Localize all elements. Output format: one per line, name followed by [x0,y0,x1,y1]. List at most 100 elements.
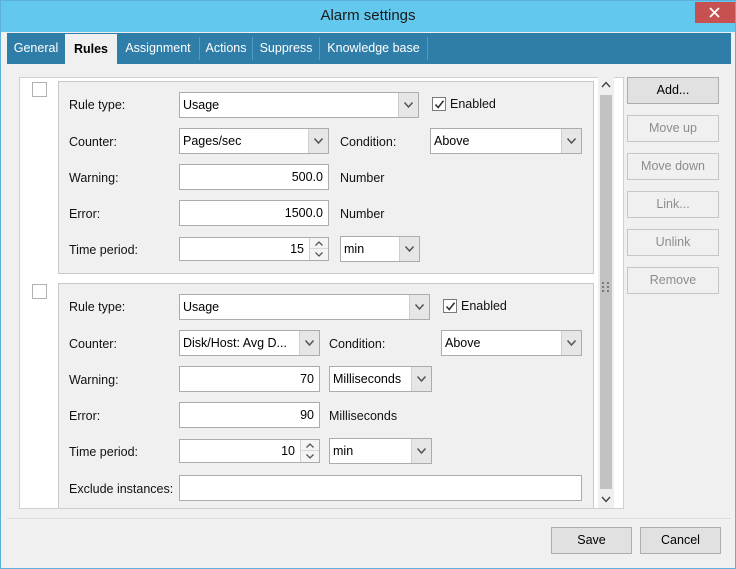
counter-select[interactable]: Pages/sec [179,128,329,154]
warning-input[interactable]: 70 [179,366,320,392]
rule-type-label: Rule type: [69,300,126,314]
rule-type-label: Rule type: [69,98,126,112]
tab-suppress[interactable]: Suppress [253,33,319,64]
chevron-down-icon [305,340,314,346]
condition-value: Above [445,336,481,350]
error-input[interactable]: 90 [179,402,320,428]
condition-select[interactable]: Above [430,128,582,154]
alarm-settings-window: Alarm settings General Rules Assignment … [0,0,736,569]
rule-panel: Rule type: Usage Enabled Counter: Pages/… [58,81,594,274]
unlink-button[interactable]: Unlink [627,229,719,256]
time-period-stepper[interactable]: 15 [179,237,329,261]
grip-icon [602,282,609,292]
tab-bar: General Rules Assignment Actions Suppres… [7,33,731,65]
link-button[interactable]: Link... [627,191,719,218]
chevron-down-icon [405,246,414,252]
window-title: Alarm settings [320,7,416,24]
warning-label: Warning: [69,373,119,387]
spin-up-button[interactable] [301,440,319,451]
enabled-checkbox[interactable] [443,299,457,313]
rule-panel: Rule type: Usage Enabled Counter: Disk/H… [58,283,594,508]
rules-scrollbar[interactable] [598,77,614,508]
chevron-down-icon [417,376,426,382]
rule-type-value: Usage [183,98,220,112]
warning-value: 70 [300,372,314,386]
chevron-up-icon [315,241,323,246]
counter-select[interactable]: Disk/Host: Avg D... [179,330,320,356]
condition-label: Condition: [340,135,397,149]
time-period-label: Time period: [69,243,139,257]
chevron-down-icon [314,138,323,144]
rules-tab-content: Rule type: Usage Enabled Counter: Pages/… [7,64,731,518]
move-down-button[interactable]: Move down [627,153,719,180]
chevron-down-icon[interactable] [601,496,611,503]
time-period-value: 15 [290,242,304,256]
enabled-label: Enabled [461,299,507,313]
chevron-down-icon [417,448,426,454]
condition-select[interactable]: Above [441,330,582,356]
time-period-stepper[interactable]: 10 [179,439,320,463]
tab-assignment[interactable]: Assignment [117,33,199,64]
tab-rules[interactable]: Rules [65,34,117,65]
warning-input[interactable]: 500.0 [179,164,329,190]
chevron-down-icon [415,304,424,310]
condition-label: Condition: [329,337,386,351]
error-value: 90 [300,408,314,422]
time-unit-select[interactable]: min [329,438,432,464]
tab-separator [427,37,428,60]
time-unit-value: min [333,444,354,458]
rule-type-select[interactable]: Usage [179,92,419,118]
footer-divider [7,518,731,519]
close-icon [709,7,720,18]
add-rule-button[interactable]: Add... [627,77,719,104]
error-unit: Milliseconds [329,409,398,423]
chevron-down-icon [306,454,314,459]
warning-label: Warning: [69,171,119,185]
counter-value: Pages/sec [183,134,242,148]
warning-unit-select[interactable]: Milliseconds [329,366,432,392]
spin-down-button[interactable] [301,451,319,462]
chevron-down-icon [315,252,323,257]
move-up-button[interactable]: Move up [627,115,719,142]
exclude-instances-label: Exclude instances: [69,482,174,496]
chevron-up-icon[interactable] [601,81,611,88]
rule-type-value: Usage [183,300,220,314]
remove-button[interactable]: Remove [627,267,719,294]
time-unit-value: min [344,242,365,256]
time-unit-select[interactable]: min [340,236,420,262]
counter-label: Counter: [69,337,117,351]
chevron-down-icon [404,102,413,108]
error-label: Error: [69,409,101,423]
cancel-button[interactable]: Cancel [640,527,721,554]
rules-list[interactable]: Rule type: Usage Enabled Counter: Pages/… [19,77,624,509]
chevron-up-icon [306,443,314,448]
rule-type-select[interactable]: Usage [179,294,430,320]
close-button[interactable] [695,2,735,23]
warning-value: 500.0 [291,170,323,184]
counter-value: Disk/Host: Avg D... [183,336,287,350]
time-period-value: 10 [281,444,295,458]
title-bar: Alarm settings [1,1,735,32]
scrollbar-thumb[interactable] [600,95,612,489]
checkmark-icon [434,100,445,109]
spin-down-button[interactable] [310,249,328,260]
enabled-label: Enabled [450,97,496,111]
tab-general[interactable]: General [7,33,65,64]
save-button[interactable]: Save [551,527,632,554]
exclude-instances-input[interactable] [179,475,582,501]
condition-value: Above [434,134,470,148]
rule-select-checkbox[interactable] [32,82,47,97]
error-input[interactable]: 1500.0 [179,200,329,226]
checkmark-icon [445,302,456,311]
tab-actions[interactable]: Actions [200,33,252,64]
enabled-checkbox[interactable] [432,97,446,111]
chevron-down-icon [567,340,576,346]
time-period-label: Time period: [69,445,139,459]
error-value: 1500.0 [284,206,323,220]
rule-select-checkbox[interactable] [32,284,47,299]
tab-knowledge-base[interactable]: Knowledge base [320,33,427,64]
chevron-down-icon [567,138,576,144]
error-unit: Number [340,207,385,221]
warning-unit: Number [340,171,385,185]
spin-up-button[interactable] [310,238,328,249]
